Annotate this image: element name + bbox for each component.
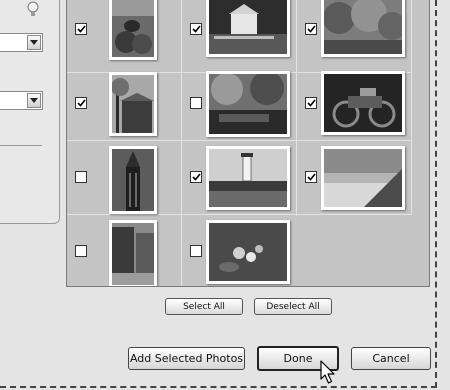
checkmark-icon (306, 25, 316, 33)
photo-thumbnail[interactable] (206, 0, 290, 57)
deselect-all-button[interactable]: Deselect All (254, 298, 332, 315)
photo-grid[interactable] (66, 0, 430, 287)
photo-cell[interactable] (297, 141, 412, 215)
photo-checkbox[interactable] (305, 171, 317, 183)
panel-divider (0, 145, 42, 146)
photo-cell[interactable] (67, 141, 182, 215)
photo-checkbox[interactable] (75, 23, 87, 35)
photo-cell[interactable] (182, 141, 297, 215)
photo-checkbox[interactable] (75, 171, 87, 183)
option-dropdown-2[interactable] (0, 91, 43, 110)
photo-cell[interactable] (182, 215, 297, 286)
photo-checkbox[interactable] (75, 97, 87, 109)
cancel-button[interactable]: Cancel (351, 347, 431, 370)
select-all-button[interactable]: Select All (165, 298, 243, 315)
photo-cell[interactable] (182, 67, 297, 141)
photo-checkbox[interactable] (305, 23, 317, 35)
add-selected-photos-button[interactable]: Add Selected Photos (128, 347, 245, 370)
chevron-down-icon[interactable] (27, 35, 41, 50)
photo-thumbnail[interactable] (321, 146, 405, 210)
photo-thumbnail[interactable] (321, 0, 405, 57)
photo-thumbnail[interactable] (321, 71, 405, 135)
photo-checkbox[interactable] (190, 171, 202, 183)
checkmark-icon (76, 25, 86, 33)
checkmark-icon (191, 25, 201, 33)
photo-thumbnail[interactable] (109, 220, 157, 286)
empty-grid-cell (296, 216, 415, 286)
lightbulb-icon[interactable] (26, 1, 40, 19)
photo-checkbox[interactable] (305, 97, 317, 109)
photo-checkbox[interactable] (190, 97, 202, 109)
photo-cell[interactable] (297, 0, 412, 73)
photo-thumbnail[interactable] (109, 146, 157, 214)
photo-cell[interactable] (182, 0, 297, 73)
photo-cell[interactable] (67, 0, 182, 73)
photo-cell[interactable] (297, 67, 412, 141)
photo-thumbnail[interactable] (206, 146, 290, 210)
option-dropdown-1[interactable] (0, 33, 43, 52)
photo-thumbnail[interactable] (109, 0, 157, 60)
photo-thumbnail[interactable] (206, 220, 290, 284)
photo-thumbnail[interactable] (109, 72, 157, 136)
photo-checkbox[interactable] (190, 245, 202, 257)
photo-checkbox[interactable] (75, 245, 87, 257)
chevron-down-icon[interactable] (27, 93, 41, 108)
photo-checkbox[interactable] (190, 23, 202, 35)
photo-cell[interactable] (67, 215, 182, 286)
checkmark-icon (306, 173, 316, 181)
checkmark-icon (191, 173, 201, 181)
options-panel (0, 0, 60, 224)
photo-thumbnail[interactable] (206, 71, 290, 137)
checkmark-icon (76, 99, 86, 107)
mouse-pointer-icon (320, 360, 335, 384)
photo-cell[interactable] (67, 67, 182, 141)
checkmark-icon (306, 99, 316, 107)
